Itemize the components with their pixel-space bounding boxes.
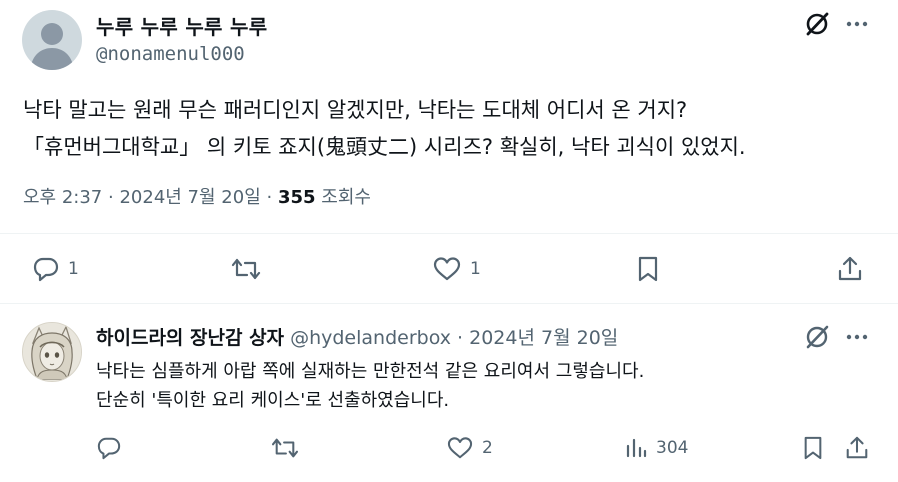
heart-icon bbox=[433, 257, 461, 281]
display-name[interactable]: 하이드라의 장난감 상자 bbox=[96, 327, 284, 349]
divider bbox=[0, 233, 898, 234]
retweet-button[interactable] bbox=[230, 256, 270, 282]
reply-button[interactable] bbox=[96, 436, 130, 460]
views-button[interactable]: 304 bbox=[624, 436, 688, 460]
view-label: 조회수 bbox=[321, 187, 371, 208]
like-count: 1 bbox=[470, 259, 481, 279]
more-icon[interactable] bbox=[844, 12, 870, 36]
anime-avatar-icon bbox=[23, 323, 81, 381]
share-button[interactable] bbox=[844, 435, 870, 461]
reply-text: 낙타는 심플하게 아랍 쪽에 실재하는 만한전석 같은 요리여서 그렇습니다. … bbox=[96, 361, 645, 411]
retweet-icon bbox=[271, 438, 299, 458]
user-handle[interactable]: @nonamenul000 bbox=[96, 43, 245, 65]
reply-count: 1 bbox=[68, 259, 79, 279]
reply-icon bbox=[33, 257, 59, 282]
display-name[interactable]: 누루 누루 누루 누루 bbox=[96, 11, 267, 40]
reply-date[interactable]: 2024년 7월 20일 bbox=[469, 327, 618, 349]
separator: · bbox=[108, 187, 114, 208]
bookmark-button[interactable] bbox=[800, 435, 826, 461]
tweet-text: 낙타 말고는 원래 무슨 패러디인지 알겠지만, 낙타는 도대체 어디서 온 거… bbox=[23, 98, 746, 159]
separator: · bbox=[266, 187, 273, 208]
reply-icon bbox=[97, 437, 121, 460]
reply-button[interactable]: 1 bbox=[32, 256, 79, 282]
share-icon bbox=[838, 256, 862, 281]
like-count: 2 bbox=[482, 438, 493, 458]
grok-icon[interactable] bbox=[804, 11, 830, 37]
divider bbox=[0, 303, 898, 304]
grok-icon[interactable] bbox=[804, 324, 830, 350]
share-button[interactable] bbox=[836, 255, 864, 283]
tweet-time[interactable]: 오후 2:37 bbox=[23, 187, 102, 208]
views-icon bbox=[626, 438, 647, 458]
bookmark-icon bbox=[804, 436, 822, 460]
more-icon[interactable] bbox=[844, 325, 870, 349]
tweet-date[interactable]: 2024년 7월 20일 bbox=[119, 187, 260, 208]
user-handle[interactable]: @hydelanderbox bbox=[290, 327, 451, 349]
view-count: 355 bbox=[277, 187, 316, 208]
like-button[interactable]: 2 bbox=[446, 436, 493, 460]
retweet-button[interactable] bbox=[270, 436, 308, 460]
tweet-meta: 오후 2:37 · 2024년 7월 20일 · 355 조회수 bbox=[23, 183, 371, 209]
share-icon bbox=[846, 436, 868, 459]
like-button[interactable]: 1 bbox=[432, 256, 481, 282]
bookmark-icon bbox=[638, 256, 658, 282]
avatar[interactable] bbox=[22, 10, 82, 70]
heart-icon bbox=[447, 437, 473, 459]
bookmark-button[interactable] bbox=[634, 255, 662, 283]
avatar[interactable] bbox=[22, 322, 82, 382]
view-count: 304 bbox=[656, 438, 689, 458]
default-avatar-icon bbox=[30, 23, 74, 70]
reply-header: 하이드라의 장난감 상자 @hydelanderbox · 2024년 7월 2… bbox=[96, 323, 618, 350]
separator: · bbox=[457, 327, 464, 349]
retweet-icon bbox=[231, 258, 261, 280]
